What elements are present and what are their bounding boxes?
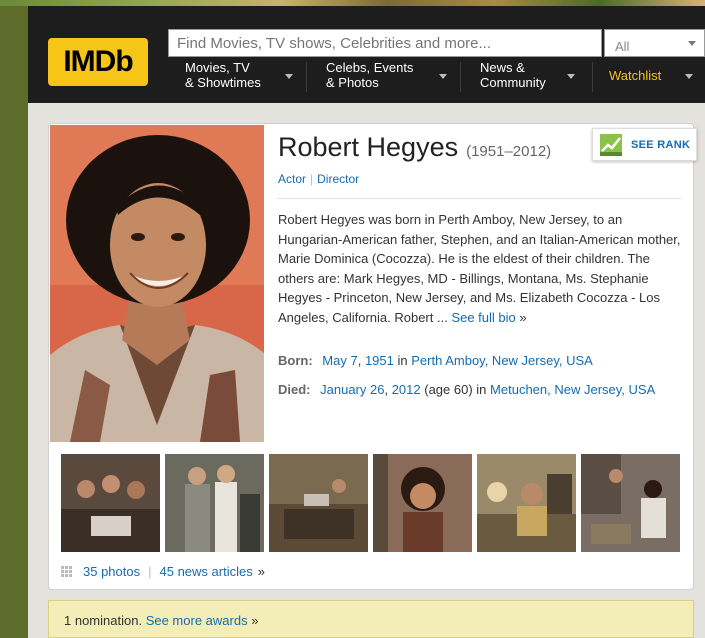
awards-arrow: » (251, 613, 259, 628)
nav-label-line1: Celebs, Events (326, 60, 414, 75)
died-info: Died: January 26, 2012 (age 60) in Metuc… (278, 381, 683, 399)
person-overview-card: SEE RANK Robert Hegyes (1951–2012) Actor… (48, 123, 697, 590)
born-place-link[interactable]: Perth Amboy, New Jersey, USA (411, 353, 593, 368)
date-separator: , (357, 353, 362, 368)
news-articles-link[interactable]: 45 news articles (160, 564, 253, 579)
nav-divider (592, 62, 593, 92)
photo-thumbnail[interactable] (269, 454, 368, 552)
nav-watchlist[interactable]: Watchlist (609, 56, 705, 97)
born-date-link[interactable]: May 7 (322, 353, 357, 368)
chevron-down-icon (439, 74, 447, 79)
role-actor-link[interactable]: Actor (278, 172, 306, 186)
nav-label-line1: Movies, TV (185, 60, 250, 75)
person-portrait[interactable] (50, 125, 264, 442)
awards-bar: 1 nomination. See more awards » (48, 600, 694, 638)
media-separator: | (148, 564, 152, 579)
photo-thumbnail[interactable] (373, 454, 472, 552)
nav-label-line2: Community (480, 75, 546, 90)
born-in-text: in (397, 353, 408, 368)
date-separator: , (384, 382, 389, 397)
died-label: Died: (278, 382, 311, 397)
see-rank-label: SEE RANK (631, 138, 691, 151)
chevron-down-icon (567, 74, 575, 79)
died-date-link[interactable]: January 26 (320, 382, 384, 397)
awards-text: 1 nomination. (64, 613, 143, 628)
nav-divider (460, 62, 461, 92)
imdb-logo[interactable]: IMDb (48, 38, 148, 86)
see-full-bio-link[interactable]: See full bio (451, 310, 515, 325)
nav-label-line1: News & (480, 60, 525, 75)
person-years: (1951–2012) (466, 143, 552, 160)
nav-label-line2: & Photos (326, 75, 379, 90)
role-separator: | (310, 172, 314, 186)
rank-chart-icon (600, 133, 622, 156)
nav-news-community[interactable]: News & Community (480, 56, 580, 97)
died-age: (age 60) (424, 382, 473, 397)
died-place-link[interactable]: Metuchen, New Jersey, USA (490, 382, 655, 397)
photo-thumbnail[interactable] (165, 454, 264, 552)
photo-strip (61, 454, 680, 552)
person-roles: Actor | Director (278, 172, 359, 186)
born-info: Born: May 7, 1951 in Perth Amboy, New Je… (278, 352, 683, 370)
chevron-down-icon (685, 74, 693, 79)
nav-label-line2: & Showtimes (185, 75, 261, 90)
person-bio: Robert Hegyes was born in Perth Amboy, N… (278, 210, 683, 327)
nav-movies-tv[interactable]: Movies, TV & Showtimes (185, 56, 295, 97)
media-arrow: » (257, 564, 265, 579)
photo-thumbnail[interactable] (581, 454, 680, 552)
bio-arrow: » (519, 309, 527, 325)
search-input[interactable] (168, 29, 602, 57)
nav-divider (306, 62, 307, 92)
see-more-awards-link[interactable]: See more awards (146, 613, 248, 628)
bio-text: Robert Hegyes was born in Perth Amboy, N… (278, 212, 681, 325)
died-year-link[interactable]: 2012 (392, 382, 421, 397)
person-header: Robert Hegyes (1951–2012) (278, 132, 551, 163)
search-category-select[interactable]: All (604, 29, 705, 57)
chevron-down-icon (285, 74, 293, 79)
see-rank-button[interactable]: SEE RANK (592, 128, 697, 161)
photo-thumbnail[interactable] (477, 454, 576, 552)
media-links: 35 photos | 45 news articles » (61, 564, 265, 579)
born-year-link[interactable]: 1951 (365, 353, 394, 368)
search-category-label: All (615, 39, 630, 54)
photos-link[interactable]: 35 photos (83, 564, 140, 579)
page-gutter (0, 6, 28, 638)
born-label: Born: (278, 353, 313, 368)
watchlist-label: Watchlist (609, 68, 662, 83)
person-name: Robert Hegyes (278, 132, 459, 162)
nav-celebs-events[interactable]: Celebs, Events & Photos (326, 56, 451, 97)
chevron-down-icon (688, 41, 696, 46)
header-divider (278, 198, 681, 199)
role-director-link[interactable]: Director (317, 172, 359, 186)
died-in-text: in (476, 382, 487, 397)
photo-thumbnail[interactable] (61, 454, 160, 552)
photo-grid-icon (61, 565, 73, 578)
